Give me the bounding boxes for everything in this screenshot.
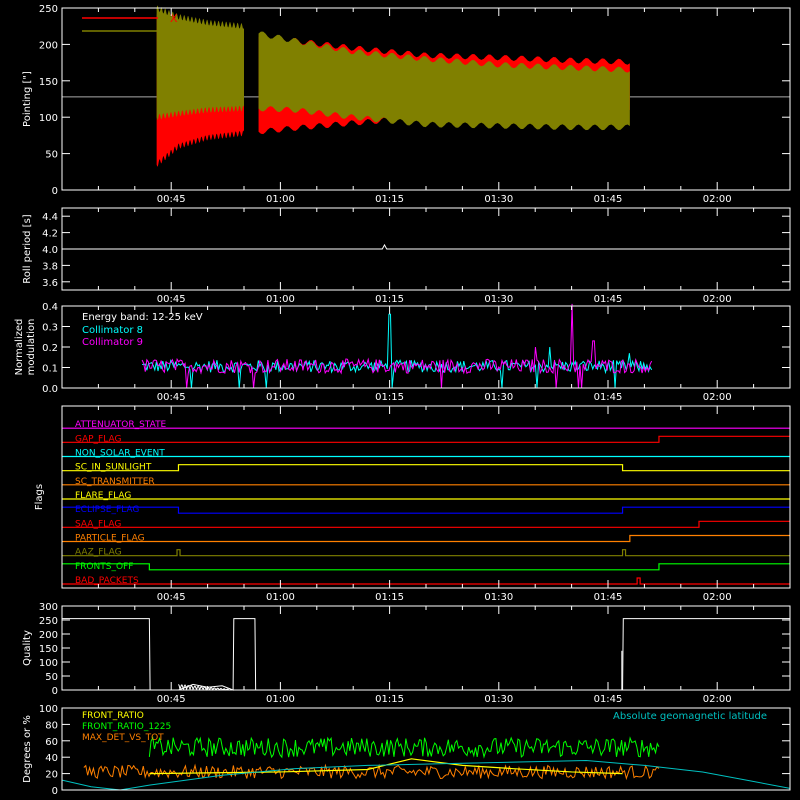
pointing-legend-label: Y (169, 25, 177, 38)
flags-xtick-label: 01:15 (375, 592, 404, 603)
modulation-ytick-label: 0.4 (42, 302, 58, 313)
pointing-ytick-label: 0 (52, 186, 58, 197)
roll-ylabel: Roll period [s] (22, 214, 33, 283)
quality-xtick-label: 01:30 (484, 694, 513, 705)
modulation-xtick-label: 02:00 (703, 392, 732, 403)
ratios-ytick-label: 60 (45, 737, 58, 748)
flags-xtick-label: 00:45 (157, 592, 186, 603)
roll-ytick-label: 3.8 (42, 261, 58, 272)
roll-xtick-label: 01:45 (594, 294, 623, 305)
quality-ytick-label: 0 (52, 686, 58, 697)
flags-xtick-label: 01:45 (594, 592, 623, 603)
quality-ytick-label: 50 (45, 672, 58, 683)
ratios-annotation: Absolute geomagnetic latitude (613, 711, 767, 722)
quality-xtick-label: 01:45 (594, 694, 623, 705)
pointing-xtick-label: 00:45 (157, 194, 186, 205)
pointing-ytick-label: 250 (39, 4, 58, 15)
ratios-ytick-label: 40 (45, 753, 58, 764)
pointing-xtick-label: 01:45 (594, 194, 623, 205)
modulation-legend-title: Energy band: 12-25 keV (82, 312, 203, 323)
modulation-xtick-label: 00:45 (157, 392, 186, 403)
roll-ytick-label: 4.2 (42, 229, 58, 240)
modulation-legend-label: Collimator 9 (82, 337, 143, 348)
quality-xtick-label: 00:45 (157, 694, 186, 705)
pointing-xtick-label: 01:30 (484, 194, 513, 205)
solar-monitor-chart: 050100150200250Pointing ["]XY00:45 01:00 0… (0, 0, 800, 800)
pointing-ytick-label: 200 (39, 40, 58, 51)
ratios-legend-label: FRONT_RATIO_1225 (82, 722, 171, 732)
roll-xtick-label: 00:45 (157, 294, 186, 305)
quality-xtick-label: 02:00 (703, 694, 732, 705)
quality-ytick-label: 300 (39, 602, 58, 613)
flags-ylabel: Flags (34, 484, 45, 510)
quality-ylabel: Quality (22, 630, 33, 666)
pointing-xtick-label: 01:15 (375, 194, 404, 205)
modulation-ylabel-line1: Normalized (14, 319, 25, 376)
modulation-xtick-label: 01:30 (484, 392, 513, 403)
pointing-ytick-label: 50 (45, 150, 58, 161)
pointing-ylabel: Pointing ["] (22, 71, 33, 127)
modulation-xtick-label: 01:45 (594, 392, 623, 403)
pointing-xtick-label: 02:00 (703, 194, 732, 205)
modulation-ytick-label: 0.0 (42, 384, 58, 395)
roll-xtick-label: 02:00 (703, 294, 732, 305)
quality-ytick-label: 150 (39, 644, 58, 655)
roll-xtick-label: 01:00 (266, 294, 295, 305)
modulation-ytick-label: 0.3 (42, 323, 58, 334)
ratios-legend-label: FRONT_RATIO (82, 711, 144, 721)
modulation-xtick-label: 01:00 (266, 392, 295, 403)
modulation-xtick-label: 01:15 (375, 392, 404, 403)
quality-xtick-label: 01:00 (266, 694, 295, 705)
ratios-ylabel: Degrees or % (22, 715, 33, 783)
quality-xtick-label: 01:15 (375, 694, 404, 705)
ratios-ytick-label: 80 (45, 720, 58, 731)
flags-xtick-label: 01:00 (266, 592, 295, 603)
ratios-ytick-label: 0 (52, 786, 58, 797)
modulation-ylabel-line2: modulation (26, 319, 37, 376)
ratios-ytick-label: 100 (39, 704, 58, 715)
roll-ytick-label: 3.6 (42, 278, 58, 289)
roll-xtick-label: 01:15 (375, 294, 404, 305)
pointing-xtick-label: 01:00 (266, 194, 295, 205)
roll-xtick-label: 01:30 (484, 294, 513, 305)
ratios-legend-label: MAX_DET_VS_TOT (82, 733, 164, 743)
roll-ytick-label: 4.0 (42, 245, 58, 256)
modulation-legend-label: Collimator 8 (82, 325, 143, 336)
modulation-ytick-label: 0.2 (42, 343, 58, 354)
ratios-ytick-label: 20 (45, 770, 58, 781)
quality-ytick-label: 200 (39, 630, 58, 641)
flags-xtick-label: 02:00 (703, 592, 732, 603)
roll-ytick-label: 4.4 (42, 212, 58, 223)
modulation-ytick-label: 0.1 (42, 364, 58, 375)
pointing-ytick-label: 100 (39, 113, 58, 124)
flags-xtick-label: 01:30 (484, 592, 513, 603)
pointing-ytick-label: 150 (39, 77, 58, 88)
quality-ytick-label: 100 (39, 658, 58, 669)
quality-ytick-label: 250 (39, 616, 58, 627)
